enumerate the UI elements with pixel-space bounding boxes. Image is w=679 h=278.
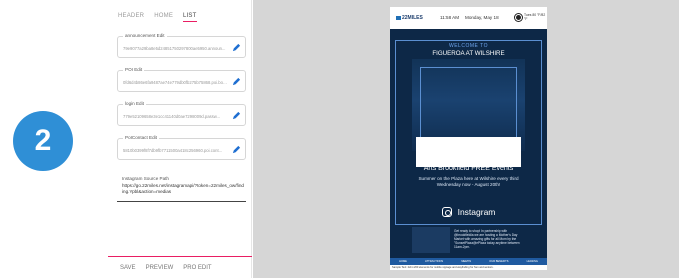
skyline-outline — [420, 67, 517, 147]
pencil-icon[interactable] — [232, 77, 241, 86]
instagram-source-field[interactable]: Instagram Source Path https://go.22miles… — [117, 176, 246, 202]
announcement-field[interactable]: announcement Edit 79e9077a29ba8e5d248517… — [117, 33, 246, 58]
field-value: 779e52109658e3e1cc41140d0ae7298009d.pass… — [123, 114, 221, 119]
welcome-subtitle: FIGUEROA AT WILSHIRE — [432, 50, 505, 57]
events-text: Summer on the Plaza here at Wilshire eve… — [418, 176, 519, 187]
nav-item[interactable]: HOME — [399, 260, 407, 263]
field-label: POI Edit — [123, 67, 145, 72]
instagram-header: Instagram — [390, 207, 547, 217]
step-area: 2 — [0, 0, 108, 278]
preview-button[interactable]: PREVIEW — [146, 265, 174, 278]
disclaimer-text: Sample Text: 22mi.200 elements for mobil… — [390, 265, 547, 270]
weather-text: Tues 80 °F/82 °F — [524, 13, 546, 21]
tab-home[interactable]: HOME — [154, 13, 173, 22]
welcome-title: WELCOME TO — [449, 43, 488, 49]
nav-item[interactable]: OUR BENEFITS — [489, 260, 508, 263]
app-root: 2 HEADER HOME LIST announcement Edit 79e… — [0, 0, 679, 278]
signage-screen: 22MILES 11:58 AM Monday, May 18 Tues 80 … — [390, 7, 547, 270]
nav-item[interactable]: ATTRACTIONS — [425, 260, 443, 263]
nav-item[interactable]: LEASING — [527, 260, 538, 263]
field-value: 0fd6d4b86e6fa9487ae74e779db0fb275b75868.… — [123, 80, 229, 85]
instagram-thumbnail — [412, 227, 450, 253]
clock-time: 11:58 AM — [440, 15, 460, 20]
nav-item[interactable]: MEETIN — [461, 260, 471, 263]
weather-icon — [515, 14, 522, 21]
logo: 22MILES — [396, 15, 423, 21]
pencil-icon[interactable] — [232, 111, 241, 120]
tab-list[interactable]: LIST — [183, 13, 197, 22]
pro-edit-button[interactable]: PRO EDIT — [183, 265, 211, 278]
field-label: login Edit — [123, 101, 146, 106]
instagram-caption: Get ready to shop! In partnership with @… — [454, 229, 520, 249]
field-label: PoIContact Edit — [123, 135, 159, 140]
field-value: 79e9077a29ba8e5d24851750297800ae5950.ann… — [123, 46, 226, 51]
event-image-placeholder — [416, 137, 521, 167]
tab-header[interactable]: HEADER — [118, 13, 144, 22]
clock-date: Monday, May 18 — [465, 15, 499, 20]
pencil-icon[interactable] — [232, 43, 241, 52]
editor-panel: HEADER HOME LIST announcement Edit 79e90… — [108, 0, 252, 278]
step-number-badge: 2 — [13, 111, 73, 171]
poicontact-field[interactable]: PoIContact Edit 5810b0399f8f7db9fb771150… — [117, 135, 246, 160]
pencil-icon[interactable] — [232, 145, 241, 154]
instagram-icon — [441, 207, 452, 217]
preview-area: 22MILES 11:58 AM Monday, May 18 Tues 80 … — [253, 0, 679, 278]
events-title: Arts Brookfield FREE Events — [423, 165, 514, 172]
source-label: Instagram Source Path — [122, 176, 169, 181]
save-button[interactable]: SAVE — [120, 265, 136, 278]
poi-field[interactable]: POI Edit 0fd6d4b86e6fa9487ae74e779db0fb2… — [117, 67, 246, 92]
signage-nav: HOME ATTRACTIONS MEETIN OUR BENEFITS LEA… — [390, 258, 547, 265]
panel-footer: SAVE PREVIEW PRO EDIT — [108, 256, 252, 278]
signage-topbar: 22MILES 11:58 AM Monday, May 18 Tues 80 … — [390, 7, 547, 29]
field-label: announcement Edit — [123, 33, 167, 38]
login-field[interactable]: login Edit 779e52109658e3e1cc41140d0ae72… — [117, 101, 246, 126]
field-value: 5810b0399f8f7db9fb7711500a418c256960.poi… — [123, 148, 223, 153]
instagram-label: Instagram — [457, 207, 496, 217]
tab-bar: HEADER HOME LIST — [108, 0, 251, 22]
source-value[interactable]: https://go.22miles.net/instagramapi/?tok… — [122, 183, 244, 194]
